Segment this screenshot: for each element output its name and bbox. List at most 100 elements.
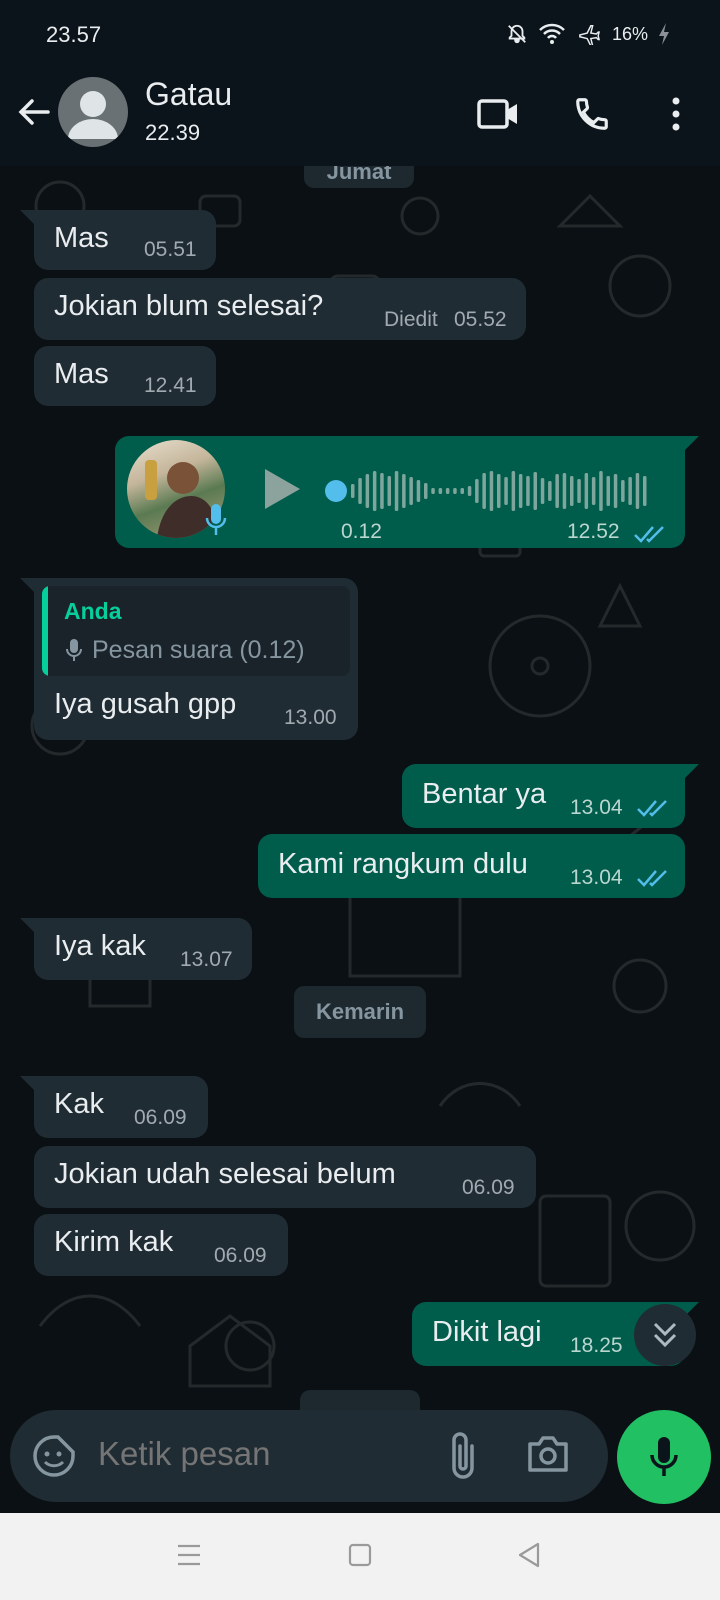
waveform-bar <box>497 474 501 508</box>
waveform-bar <box>643 476 647 506</box>
more-options-button[interactable] <box>652 90 700 138</box>
incoming-message[interactable]: Mas 12.41 <box>34 346 216 406</box>
waveform-bar <box>570 476 574 506</box>
message-text: Iya gusah gpp <box>54 688 237 720</box>
message-text: Kak <box>54 1088 104 1120</box>
incoming-message[interactable]: Anda Pesan suara (0.12) Iya gusah gpp 13… <box>20 578 358 740</box>
waveform-position-dot[interactable] <box>325 480 347 502</box>
microphone-icon <box>205 504 227 535</box>
waveform-bar <box>453 488 457 494</box>
back-arrow-icon[interactable] <box>14 92 54 132</box>
voice-waveform[interactable] <box>323 466 659 516</box>
waveform-bar <box>548 481 552 501</box>
waveform-bar <box>416 480 421 502</box>
avatar[interactable] <box>58 77 128 147</box>
outgoing-message[interactable]: Bentar ya 13.04 <box>402 764 699 828</box>
back-nav-icon[interactable] <box>516 1541 542 1569</box>
message-input[interactable] <box>96 1434 420 1474</box>
waveform-bar <box>526 476 530 506</box>
waveform-bar <box>489 471 494 511</box>
date-chip: Kemarin <box>294 986 426 1038</box>
incoming-message[interactable]: Kirim kak 06.09 <box>34 1214 288 1276</box>
waveform-bar <box>467 486 472 496</box>
waveform-bar <box>628 477 632 505</box>
message-time: 13.07 <box>180 948 233 971</box>
waveform-bar <box>518 474 523 508</box>
waveform-bar <box>387 476 391 506</box>
waveform-bar <box>394 471 399 511</box>
video-camera-icon <box>477 99 517 129</box>
waveform-bar <box>365 474 370 508</box>
home-nav-icon[interactable] <box>348 1543 372 1567</box>
waveform-bar <box>351 484 355 498</box>
reply-text: Pesan suara (0.12) <box>92 636 305 664</box>
message-time: 13.04 <box>570 796 623 819</box>
waveform-bar <box>431 488 435 494</box>
message-text: Mas <box>54 358 109 390</box>
read-receipt-icon <box>637 800 667 817</box>
message-time: 06.09 <box>214 1244 267 1267</box>
waveform-bar <box>613 474 618 508</box>
message-time: 18.25 <box>570 1334 623 1357</box>
outgoing-voice-message[interactable]: 0.12 12.52 <box>115 436 699 548</box>
message-text: Dikit lagi <box>432 1316 542 1348</box>
incoming-message[interactable]: Iya kak 13.07 <box>20 918 252 980</box>
quoted-reply[interactable]: Anda Pesan suara (0.12) <box>42 586 350 676</box>
message-text: Kami rangkum dulu <box>278 848 528 880</box>
last-seen: 22.39 <box>145 120 201 145</box>
incoming-message[interactable]: Kak 06.09 <box>20 1076 208 1138</box>
sticker-icon[interactable] <box>32 1434 76 1478</box>
waveform-bar <box>445 488 450 494</box>
message-text: Jokian blum selesai? <box>54 290 324 322</box>
microphone-icon <box>66 639 82 661</box>
date-chip: Jumat <box>304 166 414 188</box>
play-icon[interactable] <box>261 466 303 512</box>
incoming-message[interactable]: Mas 05.51 <box>20 210 216 270</box>
waveform-bar <box>402 474 406 508</box>
waveform-bar <box>409 477 413 505</box>
scroll-to-bottom-button[interactable] <box>634 1304 696 1366</box>
camera-icon[interactable] <box>526 1434 570 1474</box>
contact-name[interactable]: Gatau <box>145 76 232 113</box>
waveform-bar <box>533 472 537 510</box>
message-time: 05.51 <box>144 238 197 261</box>
waveform-bar <box>577 479 581 503</box>
incoming-message[interactable]: Jokian udah selesai belum 06.09 <box>34 1146 536 1208</box>
waveform-bar <box>358 478 362 504</box>
waveform-bar <box>438 488 443 494</box>
battery-percent: 16% <box>611 23 648 44</box>
kebab-menu-icon <box>672 97 680 131</box>
read-receipt-icon <box>637 870 667 887</box>
message-time: 13.00 <box>284 706 337 729</box>
edited-label: Diedit <box>384 308 438 331</box>
menu-nav-icon[interactable] <box>176 1543 202 1567</box>
chat-header: Gatau 22.39 <box>0 70 720 167</box>
paperclip-icon[interactable] <box>448 1430 478 1480</box>
reply-author: Anda <box>64 598 122 624</box>
waveform-bar <box>504 477 508 505</box>
chat-area[interactable]: Jumat Mas 05.51 Jokian blum selesai? Die… <box>0 166 720 1410</box>
read-receipt-icon <box>634 526 664 543</box>
airplane-icon <box>579 25 600 45</box>
waveform-bar <box>591 477 596 505</box>
waveform-bar <box>372 471 377 511</box>
date-chip-partial <box>300 1390 420 1410</box>
outgoing-message[interactable]: Kami rangkum dulu 13.04 <box>258 834 685 898</box>
system-nav-bar <box>0 1513 720 1600</box>
waveform-bar <box>599 471 603 511</box>
incoming-message[interactable]: Jokian blum selesai? Diedit 05.52 <box>34 278 526 340</box>
voice-call-button[interactable] <box>568 90 616 138</box>
waveform-bar <box>562 473 567 509</box>
message-time: 06.09 <box>462 1176 515 1199</box>
message-text: Bentar ya <box>422 778 547 810</box>
voice-record-button[interactable] <box>617 1410 711 1504</box>
voice-duration: 0.12 <box>341 520 382 543</box>
video-call-button[interactable] <box>474 90 522 138</box>
waveform-bar <box>424 483 428 499</box>
waveform-bar <box>584 473 589 509</box>
waveform-bar <box>540 478 545 504</box>
waveform-bar <box>606 476 610 506</box>
microphone-icon <box>650 1437 678 1476</box>
waveform-bar <box>482 473 486 509</box>
phone-icon <box>576 98 608 130</box>
